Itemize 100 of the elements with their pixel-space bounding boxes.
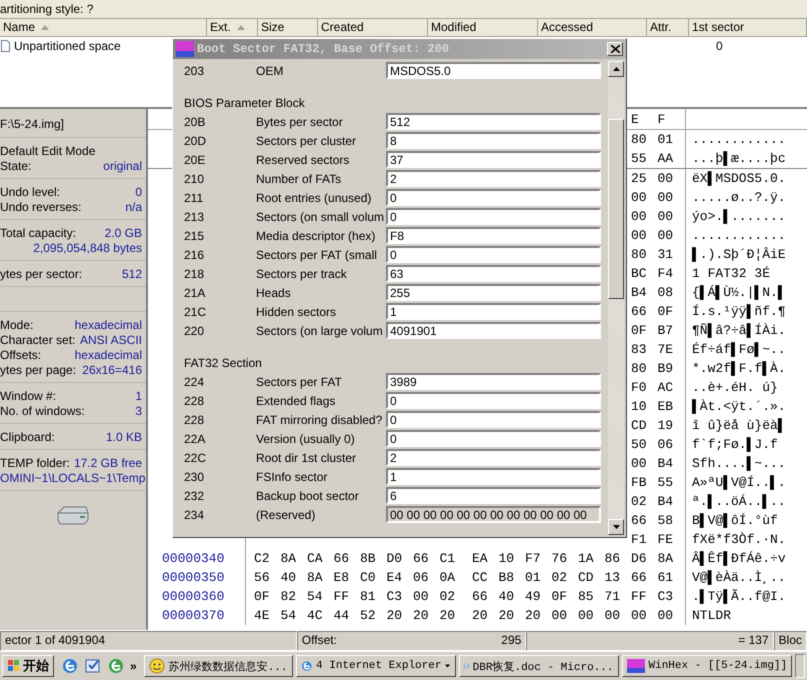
info-label: Default Edit Mode: [0, 144, 96, 159]
value-status: = 137: [738, 632, 769, 649]
block-status: Bloc: [778, 632, 802, 649]
hex-byte: F1: [631, 532, 648, 547]
ascii-text: NTLDR: [692, 608, 732, 623]
column-header[interactable]: Accessed: [538, 19, 647, 36]
hex-byte: C1: [440, 551, 456, 566]
hex-byte: 82: [280, 589, 298, 604]
hex-byte: CC: [472, 570, 489, 585]
column-header: E: [631, 112, 640, 126]
hex-byte: 10: [631, 399, 648, 414]
field-label: Root entries (unused): [256, 190, 372, 204]
value-field[interactable]: 37: [386, 151, 601, 168]
close-button[interactable]: [607, 42, 623, 56]
hex-byte: 00: [604, 608, 622, 623]
section-title: BIOS Parameter Block: [184, 95, 306, 112]
column-header[interactable]: Ext.: [207, 19, 258, 36]
ascii-text: Â▌Êf▌ÐfÁê.÷v: [692, 551, 786, 566]
value-field[interactable]: 4091901: [386, 322, 601, 339]
value-field[interactable]: 0: [386, 246, 601, 263]
hex-byte: CD: [631, 418, 648, 433]
hex-byte: C3: [386, 589, 404, 604]
ascii-text: ª.▌..öÁ..▌..: [692, 494, 786, 509]
column-header[interactable]: Created: [318, 19, 428, 36]
hex-byte: 0F: [552, 589, 568, 604]
close-icon: [610, 45, 620, 53]
more-chevron[interactable]: »: [130, 659, 137, 673]
info-value: original: [103, 159, 142, 174]
hex-byte: AC: [658, 380, 674, 395]
field-offset: 232: [184, 488, 206, 502]
ascii-text: ...þ▌æ....þc: [692, 151, 786, 166]
hex-byte: 76: [552, 551, 568, 566]
offset-label: Offset:: [302, 632, 337, 649]
column-header[interactable]: Attr.: [647, 19, 689, 36]
drive-icon: [56, 505, 90, 525]
value-field[interactable]: 0: [386, 189, 601, 206]
hex-byte: 06: [413, 570, 430, 585]
field-label: Version (usually 0): [256, 432, 356, 446]
taskbar-button[interactable]: DBR恢复.doc - Micro...: [458, 655, 618, 677]
value-field[interactable]: MSDOS5.0: [386, 62, 601, 79]
field-label: Sectors per track: [256, 266, 348, 280]
hex-byte: 00: [552, 608, 568, 623]
hex-byte: 71: [604, 589, 622, 604]
value-field[interactable]: 63: [386, 265, 601, 282]
hex-byte: 66: [413, 551, 430, 566]
info-label: Character set:: [0, 333, 76, 348]
column-header[interactable]: Modified: [428, 19, 538, 36]
hex-byte: 20: [525, 608, 542, 623]
field-label: Extended flags: [256, 394, 336, 408]
value-field[interactable]: 255: [386, 284, 601, 301]
taskbar-button[interactable]: 4 Internet Explorer: [296, 655, 456, 677]
column-header[interactable]: Name: [0, 19, 207, 36]
value-field[interactable]: 0: [386, 430, 601, 447]
field-label: Sectors per FAT: [256, 374, 343, 388]
column-header[interactable]: Size: [258, 19, 318, 36]
field-offset: 234: [184, 508, 206, 522]
hex-byte: 00: [631, 209, 648, 224]
value-field[interactable]: 3989: [386, 373, 601, 390]
field-offset: 20D: [184, 134, 208, 148]
value-field[interactable]: 2: [386, 170, 601, 187]
column-header[interactable]: 1st sector: [689, 19, 807, 36]
value-field[interactable]: 0: [386, 208, 601, 225]
hex-byte: 00: [658, 190, 674, 205]
hex-byte: 80: [631, 247, 648, 262]
hex-byte: D0: [386, 551, 404, 566]
browser-icon[interactable]: [61, 657, 79, 675]
info-label: State:: [0, 159, 32, 174]
value-field[interactable]: 2: [386, 449, 601, 466]
value-field[interactable]: 8: [386, 132, 601, 149]
hex-byte: 0F: [658, 304, 674, 319]
hex-byte: 31: [658, 247, 674, 262]
hex-byte: 40: [280, 570, 298, 585]
taskbar-button[interactable]: WinHex - [[5-24.img]]: [622, 655, 792, 677]
hex-byte: 66: [472, 589, 489, 604]
hex-byte: 20: [498, 608, 516, 623]
hex-logo-icon: [176, 41, 194, 57]
offset: 00000360: [162, 589, 224, 604]
hex-byte: 54: [307, 589, 324, 604]
value-field[interactable]: 0: [386, 411, 601, 428]
scrollbar[interactable]: [608, 61, 624, 535]
hex-byte: 00: [631, 456, 648, 471]
hex-byte: 66: [631, 570, 648, 585]
value-field[interactable]: 512: [386, 113, 601, 130]
field-label: Number of FATs: [256, 172, 342, 186]
start-button[interactable]: 开始: [2, 655, 54, 677]
hex-byte: 81: [360, 589, 377, 604]
value-field[interactable]: F8: [386, 227, 601, 244]
value-field[interactable]: 6: [386, 487, 601, 504]
column-header: F: [658, 112, 666, 126]
field-offset: 211: [184, 190, 204, 204]
value-field[interactable]: 1: [386, 468, 601, 485]
sort-icon: [236, 25, 245, 30]
file-name[interactable]: Unpartitioned space: [14, 39, 121, 53]
hex-byte: D6: [631, 551, 648, 566]
value-field[interactable]: 1: [386, 303, 601, 320]
value-field[interactable]: 0: [386, 392, 601, 409]
taskbar-button[interactable]: 苏州绿数数据信息安...: [144, 655, 292, 677]
hex-byte: 00: [658, 608, 674, 623]
browser-icon[interactable]: [107, 657, 125, 675]
scroll-down-icon: [612, 525, 620, 529]
